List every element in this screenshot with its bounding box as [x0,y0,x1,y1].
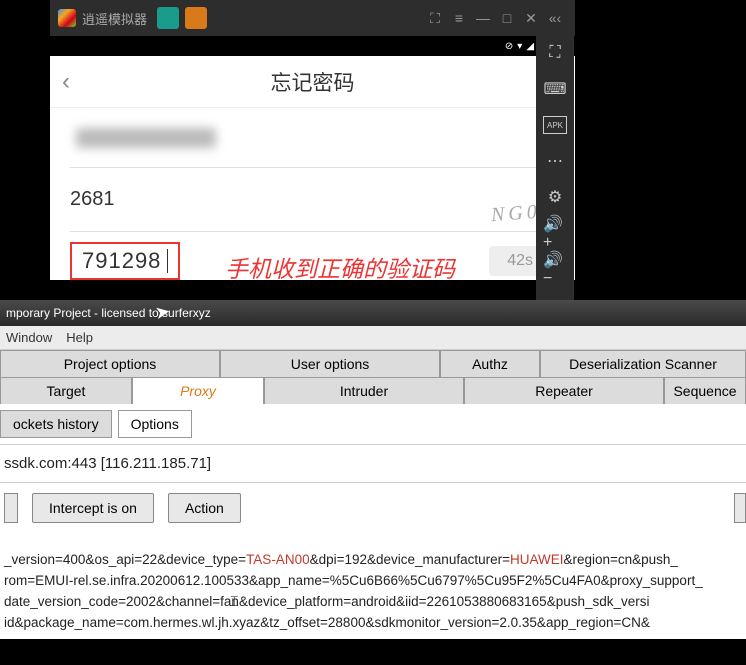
tab-sequencer[interactable]: Sequence [664,377,746,404]
volume-up-icon[interactable]: 🔊+ [543,224,567,242]
emulator-logo-icon [58,9,76,27]
burp-title-text: mporary Project - licensed to surferxyz [6,306,211,320]
android-statusbar: ⊘ ▾ ◢ ▮ 9:36 [50,36,575,56]
intercept-toggle-button[interactable]: Intercept is on [32,493,154,523]
minimize-icon[interactable]: — [471,6,495,30]
captcha-text-value[interactable]: 2681 [70,188,115,211]
emulator-title: 逍遥模拟器 [82,9,147,28]
running-app-icon-1[interactable] [157,7,179,29]
wifi-icon: ▾ [517,41,522,52]
tab-user-options[interactable]: User options [220,350,440,377]
proxy-subtabs: ockets history Options [0,404,746,445]
more-icon[interactable]: «‹ [543,6,567,30]
keyboard-icon[interactable]: ⌨ [543,80,567,98]
emulator-window: 逍遥模拟器 ⛶ ≡ — □ ✕ «‹ ⊘ ▾ ◢ ▮ 9:36 ‹ 忘记密码 [50,0,575,280]
action-button[interactable]: Action [168,493,241,523]
aspect-icon[interactable]: ⛶ [423,6,447,30]
annotation-text: 手机收到正确的验证码 [225,250,455,284]
text-caret [167,249,168,273]
emulator-sidebar: ⛶ ⌨ APK ⋯ ⚙ 🔊+ 🔊− [536,36,574,300]
burp-menubar: Window Help [0,326,746,350]
burp-titlebar: mporary Project - licensed to surferxyz [0,300,746,326]
close-icon[interactable]: ✕ [519,6,543,30]
captcha-field-row: 2681 NG01 [70,168,555,232]
right-button-fragment[interactable] [734,493,746,523]
raw-request-view[interactable]: _version=400&os_api=22&device_type=TAS-A… [0,533,746,639]
phone-screen: ⊘ ▾ ◢ ▮ 9:36 ‹ 忘记密码 2681 NG01 手机收到正确的验证码… [50,36,575,280]
volume-down-icon[interactable]: 🔊− [543,260,567,278]
tab-authz[interactable]: Authz [440,350,540,377]
tab-repeater[interactable]: Repeater [464,377,664,404]
burp-tabs-row1: Project options User options Authz Deser… [0,350,746,377]
prev-button-fragment[interactable] [4,493,18,523]
menu-icon[interactable]: ≡ [447,6,471,30]
phone-blurred-value [76,128,216,148]
settings-icon[interactable]: ⚙ [543,188,567,206]
back-icon[interactable]: ‹ [62,68,70,96]
tab-intruder[interactable]: Intruder [264,377,464,404]
fullscreen-icon[interactable]: ⛶ [543,44,567,62]
signal-icon: ◢ [526,41,534,52]
app-header: ‹ 忘记密码 [50,56,575,108]
subtab-websockets-history[interactable]: ockets history [0,410,112,438]
sms-code-highlight: 791298 [70,242,180,280]
menu-window[interactable]: Window [6,327,52,349]
subtab-options[interactable]: Options [118,410,192,438]
host-line: ssdk.com:443 [116.211.185.71] [0,445,746,483]
running-app-icon-2[interactable] [185,7,207,29]
page-title: 忘记密码 [271,67,355,97]
phone-field-row [70,108,555,168]
burp-window: mporary Project - licensed to surferxyz … [0,300,746,639]
apk-icon[interactable]: APK [543,116,567,134]
tab-target[interactable]: Target [0,377,132,404]
no-sim-icon: ⊘ [505,41,513,52]
tab-deserialization[interactable]: Deserialization Scanner [540,350,746,377]
sms-code-input[interactable]: 791298 [82,248,167,274]
emulator-titlebar: 逍遥模拟器 ⛶ ≡ — □ ✕ «‹ [50,0,575,36]
burp-tabs-row2: Target Proxy Intruder Repeater Sequence [0,377,746,404]
intercept-action-row: Intercept is on Action [0,483,746,533]
maximize-icon[interactable]: □ [495,6,519,30]
tab-proxy[interactable]: Proxy [132,377,264,404]
menu-help[interactable]: Help [66,327,93,349]
more-apps-icon[interactable]: ⋯ [543,152,567,170]
tab-project-options[interactable]: Project options [0,350,220,377]
